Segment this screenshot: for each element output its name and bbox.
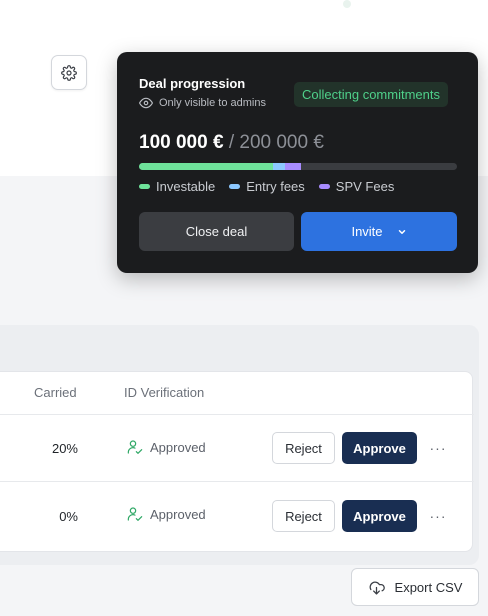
amount-separator: / (228, 132, 235, 153)
gear-icon (61, 64, 77, 81)
decorative-dot (343, 0, 351, 8)
chevron-down-icon (398, 229, 405, 234)
progress-spv-fees (285, 163, 302, 170)
reject-button[interactable]: Reject (272, 432, 335, 464)
legend-label: SPV Fees (335, 179, 395, 194)
row-divider (0, 481, 474, 482)
cloud-download-icon (369, 581, 385, 595)
target-amount: 200 000 € (239, 132, 324, 153)
verification-status: Approved (127, 506, 206, 522)
amount-summary: 100 000 € / 200 000 € (139, 132, 324, 154)
carried-value: 20% (51, 441, 78, 456)
deal-progression-popover: Deal progression Only visible to admins … (117, 52, 478, 273)
verification-label: Approved (150, 439, 206, 455)
progress-investable (139, 163, 273, 170)
legend-label: Entry fees (246, 179, 305, 194)
legend-item-spv-fees: SPV Fees (318, 179, 395, 194)
visibility-note-label: Only visible to admins (159, 97, 266, 109)
user-check-icon (127, 507, 143, 521)
reject-button[interactable]: Reject (272, 500, 335, 532)
legend-swatch (318, 184, 330, 189)
carried-value: 0% (59, 509, 78, 524)
investors-table: Carried ID Verification 20% Approved Rej… (0, 371, 474, 552)
more-options-button[interactable]: ··· (428, 506, 448, 526)
legend-item-investable: Investable (139, 179, 215, 194)
approve-button[interactable]: Approve (342, 500, 417, 532)
close-deal-button[interactable]: Close deal (139, 212, 294, 251)
column-header-id-verification: ID Verification (124, 385, 205, 400)
approve-button[interactable]: Approve (342, 432, 417, 464)
verification-label: Approved (150, 506, 206, 522)
legend-label: Investable (156, 179, 216, 194)
progress-bar (139, 163, 457, 170)
status-badge: Collecting commitments (294, 82, 448, 107)
legend-item-entry-fees: Entry fees (229, 179, 305, 194)
export-csv-button[interactable]: Export CSV (351, 568, 479, 606)
export-csv-label: Export CSV (394, 579, 463, 595)
column-header-carried: Carried (34, 385, 77, 400)
verification-status: Approved (127, 439, 206, 455)
progress-entry-fees (272, 163, 286, 170)
invite-label: Invite (351, 224, 383, 239)
row-divider (0, 414, 474, 415)
raised-amount: 100 000 € (139, 132, 224, 153)
eye-icon (139, 97, 153, 109)
user-check-icon (127, 440, 143, 454)
legend-swatch (139, 184, 150, 189)
legend-swatch (229, 184, 241, 189)
progress-legend: Investable Entry fees SPV Fees (139, 179, 394, 194)
visibility-note: Only visible to admins (139, 96, 266, 110)
settings-button[interactable] (51, 55, 87, 90)
more-options-button[interactable]: ··· (428, 438, 448, 458)
popover-title: Deal progression (139, 76, 246, 91)
invite-button[interactable]: Invite (301, 212, 457, 251)
